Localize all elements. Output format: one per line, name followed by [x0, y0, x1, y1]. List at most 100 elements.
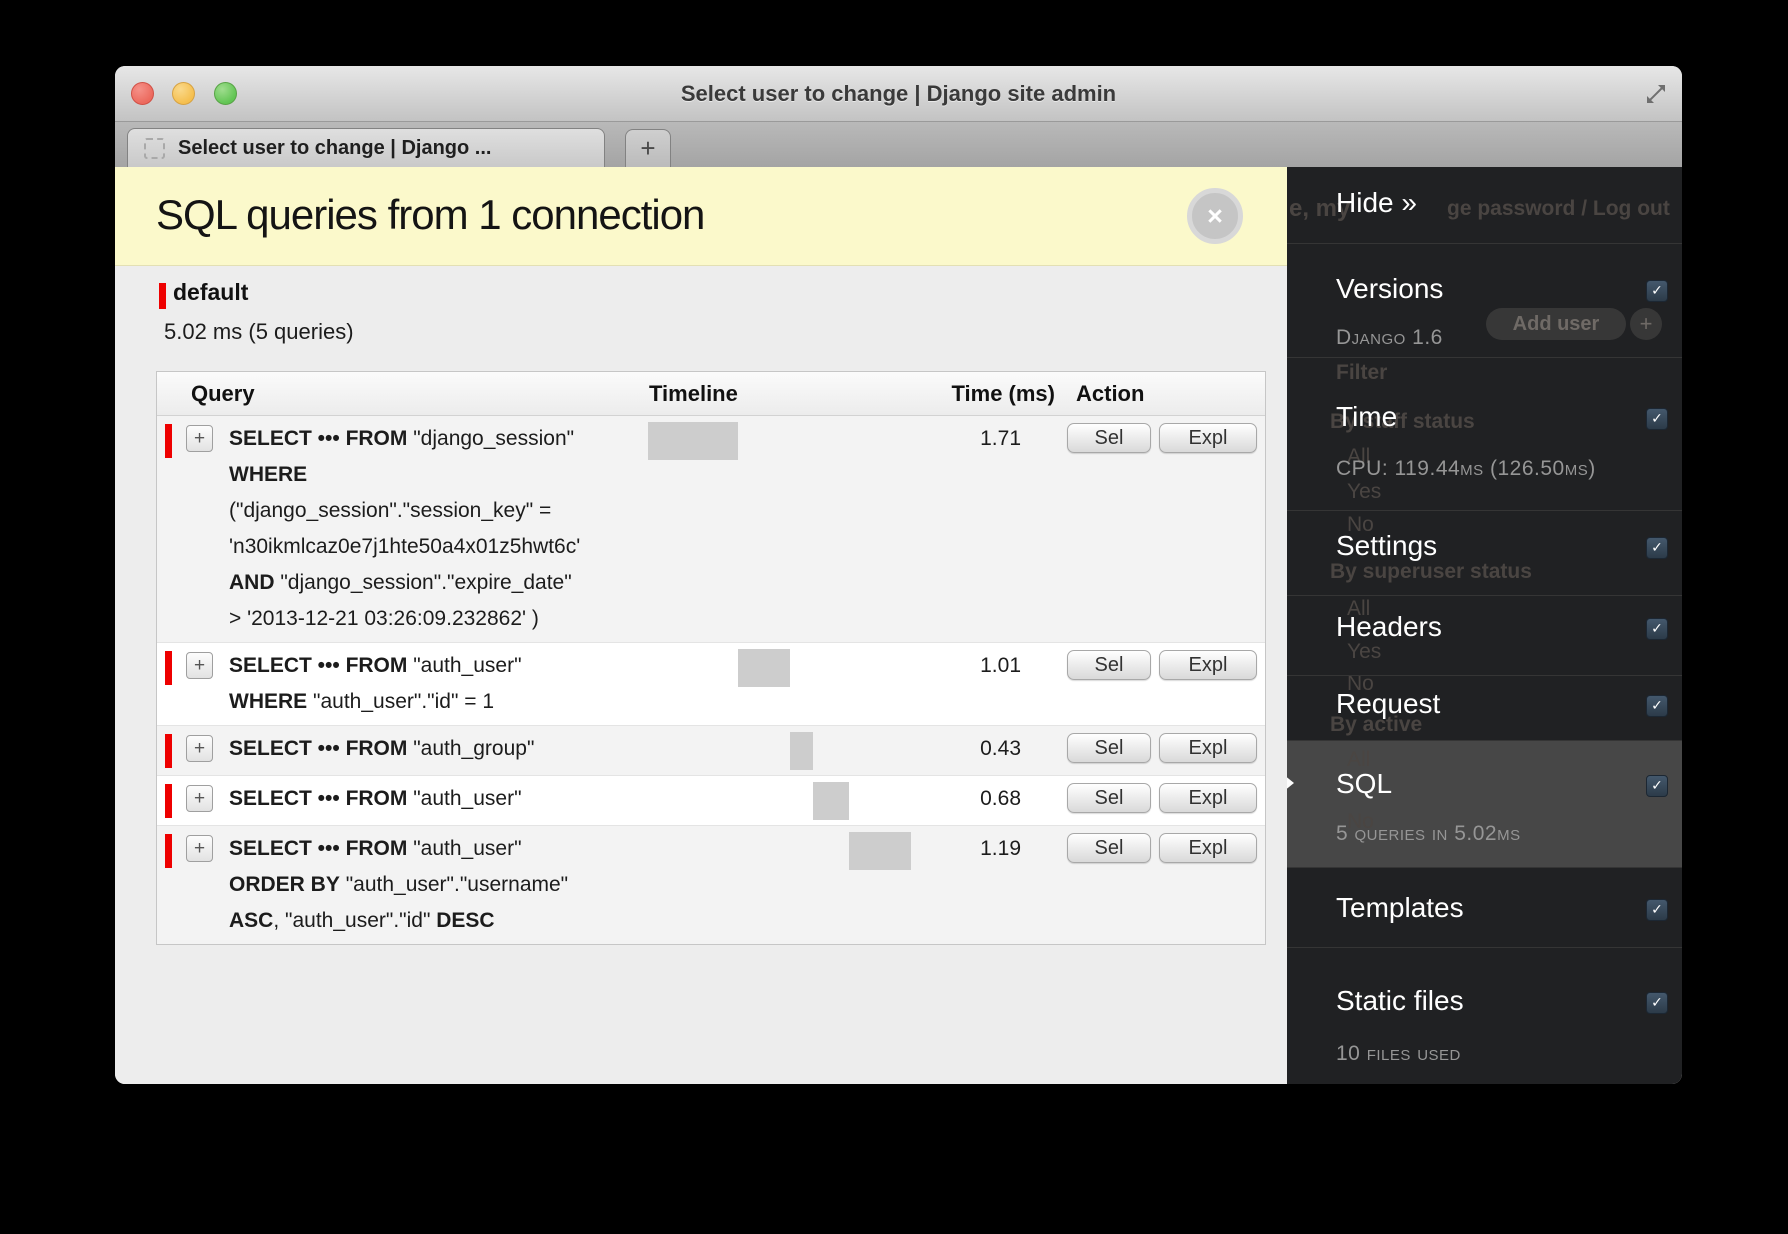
action-cell: Sel Expl: [1067, 733, 1257, 763]
new-tab-button[interactable]: +: [625, 129, 671, 167]
panel-title: Templates: [1336, 892, 1464, 924]
panel-checkbox[interactable]: ✓: [1646, 618, 1668, 640]
query-indicator: [165, 424, 172, 458]
expand-query-button[interactable]: +: [186, 785, 213, 812]
time-value: 1.71: [911, 427, 1021, 451]
query-row: + SELECT ••• FROM "auth_user"ORDER BY "au…: [157, 825, 1265, 944]
panel-subtitle: Django 1.6: [1336, 326, 1443, 350]
explain-button[interactable]: Expl: [1159, 833, 1257, 863]
timeline-bar: [648, 422, 738, 460]
timeline-cell: [648, 422, 911, 460]
panel-title: Static files: [1336, 985, 1464, 1017]
panel-subtitle: 5 queries in 5.02ms: [1336, 822, 1521, 846]
close-icon: ×: [1207, 201, 1223, 232]
action-cell: Sel Expl: [1067, 650, 1257, 680]
expand-query-button[interactable]: +: [186, 652, 213, 679]
query-row: + SELECT ••• FROM "django_session"WHERE("…: [157, 416, 1265, 642]
sql-panel: SQL queries from 1 connection × default …: [115, 167, 1287, 1084]
close-panel-button[interactable]: ×: [1187, 188, 1243, 244]
sql-line: SELECT ••• FROM "auth_user": [229, 831, 648, 867]
query-indicator: [165, 651, 172, 685]
explain-button[interactable]: Expl: [1159, 650, 1257, 680]
query-table-header: Query Timeline Time (ms) Action: [157, 372, 1265, 416]
timeline-bar: [813, 782, 849, 820]
sql-panel-header: SQL queries from 1 connection ×: [115, 167, 1287, 266]
action-cell: Sel Expl: [1067, 783, 1257, 813]
tab-bar: Select user to change | Django ... +: [115, 122, 1682, 168]
query-sql: SELECT ••• FROM "auth_user": [229, 781, 648, 817]
sql-line: WHERE "auth_user"."id" = 1: [229, 684, 648, 720]
sql-line: ORDER BY "auth_user"."username": [229, 867, 648, 903]
panel-checkbox[interactable]: ✓: [1646, 280, 1668, 302]
active-panel-arrow-icon: [1287, 766, 1294, 800]
tab-favicon-icon: [144, 138, 165, 159]
timeline-bar: [849, 832, 911, 870]
browser-window: Select user to change | Django site admi…: [115, 66, 1682, 1084]
toolbar-panel-versions[interactable]: Versions Django 1.6 ✓: [1287, 243, 1682, 357]
explain-button[interactable]: Expl: [1159, 783, 1257, 813]
expand-query-button[interactable]: +: [186, 835, 213, 862]
timeline-cell: [648, 832, 911, 870]
column-header-action: Action: [1076, 381, 1144, 407]
sql-line: ("django_session"."session_key" =: [229, 493, 648, 529]
panel-checkbox[interactable]: ✓: [1646, 537, 1668, 559]
panel-checkbox[interactable]: ✓: [1646, 899, 1668, 921]
timeline-cell: [648, 782, 911, 820]
connection-name: default: [173, 279, 248, 306]
sql-line: SELECT ••• FROM "django_session": [229, 421, 648, 457]
window-titlebar: Select user to change | Django site admi…: [115, 66, 1682, 122]
explain-button[interactable]: Expl: [1159, 423, 1257, 453]
panel-title: SQL: [1336, 768, 1392, 800]
toolbar-panel-templates[interactable]: Templates ✓: [1287, 867, 1682, 947]
expand-query-button[interactable]: +: [186, 425, 213, 452]
connection-summary: 5.02 ms (5 queries): [164, 319, 354, 345]
panel-checkbox[interactable]: ✓: [1646, 775, 1668, 797]
toolbar-panel-static-files[interactable]: Static files 10 files used ✓: [1287, 947, 1682, 1084]
toolbar-panel-headers[interactable]: Headers ✓: [1287, 595, 1682, 675]
toolbar-panel-request[interactable]: Request ✓: [1287, 675, 1682, 740]
panel-checkbox[interactable]: ✓: [1646, 408, 1668, 430]
query-indicator: [165, 834, 172, 868]
panel-subtitle: CPU: 119.44ms (126.50ms): [1336, 457, 1596, 481]
explain-button[interactable]: Expl: [1159, 733, 1257, 763]
page-content: SQL queries from 1 connection × default …: [115, 167, 1682, 1084]
sql-line: SELECT ••• FROM "auth_user": [229, 781, 648, 817]
query-rows: + SELECT ••• FROM "django_session"WHERE("…: [157, 416, 1265, 944]
panel-title: Time: [1336, 401, 1397, 433]
select-button[interactable]: Sel: [1067, 783, 1151, 813]
sql-line: AND "django_session"."expire_date": [229, 565, 648, 601]
sql-line: WHERE: [229, 457, 648, 493]
select-button[interactable]: Sel: [1067, 833, 1151, 863]
panel-subtitle: 10 files used: [1336, 1042, 1461, 1066]
query-row: + SELECT ••• FROM "auth_user"WHERE "auth_…: [157, 642, 1265, 725]
select-button[interactable]: Sel: [1067, 650, 1151, 680]
toolbar-panel-time[interactable]: Time CPU: 119.44ms (126.50ms) ✓: [1287, 357, 1682, 510]
panel-title: Headers: [1336, 611, 1442, 643]
hide-toolbar-button[interactable]: Hide »: [1336, 187, 1417, 219]
query-sql: SELECT ••• FROM "auth_user"WHERE "auth_u…: [229, 648, 648, 720]
tab-select-user-to-change[interactable]: Select user to change | Django ...: [127, 128, 605, 167]
query-indicator: [165, 784, 172, 818]
toolbar-panel-settings[interactable]: Settings✓: [1287, 510, 1682, 595]
query-table: Query Timeline Time (ms) Action + SELECT …: [156, 371, 1266, 945]
expand-query-button[interactable]: +: [186, 735, 213, 762]
panel-checkbox[interactable]: ✓: [1646, 695, 1668, 717]
panel-checkbox[interactable]: ✓: [1646, 992, 1668, 1014]
column-header-time: Time (ms): [951, 381, 1055, 407]
time-value: 0.68: [911, 787, 1021, 811]
toolbar-panel-sql[interactable]: SQL 5 queries in 5.02ms ✓: [1287, 740, 1682, 867]
screenshot: Select user to change | Django site admi…: [0, 0, 1788, 1234]
panel-title: Versions: [1336, 273, 1443, 305]
toolbar-hide-row: Hide »: [1287, 167, 1682, 244]
time-value: 1.19: [911, 837, 1021, 861]
sql-line: > '2013-12-21 03:26:09.232862' ): [229, 601, 648, 637]
panel-title: Request: [1336, 688, 1440, 720]
connection-indicator: [159, 283, 166, 309]
select-button[interactable]: Sel: [1067, 733, 1151, 763]
column-header-timeline: Timeline: [649, 381, 738, 407]
fullscreen-icon[interactable]: [1644, 82, 1668, 106]
select-button[interactable]: Sel: [1067, 423, 1151, 453]
timeline-cell: [648, 732, 911, 770]
debug-toolbar: e, my ge password / Log out Add user + F…: [1287, 167, 1682, 1084]
query-row: + SELECT ••• FROM "auth_user" 0.68 Sel Expl: [157, 775, 1265, 825]
